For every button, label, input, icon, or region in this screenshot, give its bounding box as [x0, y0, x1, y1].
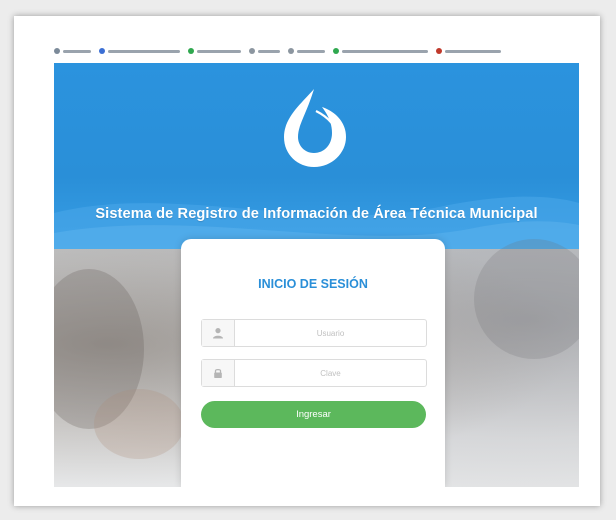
username-field — [201, 319, 427, 347]
bookmark-item[interactable] — [54, 48, 91, 54]
login-title: INICIO DE SESIÓN — [258, 277, 368, 291]
bookmark-item[interactable] — [249, 48, 280, 54]
login-button[interactable]: Ingresar — [201, 401, 426, 428]
bookmark-item[interactable] — [436, 48, 501, 54]
bookmark-item[interactable] — [288, 48, 325, 54]
site-title: Sistema de Registro de Información de Ár… — [95, 206, 538, 222]
water-drop-logo-icon — [284, 89, 346, 167]
bookmarks-bar — [54, 44, 578, 58]
bookmark-item[interactable] — [333, 48, 428, 54]
password-input[interactable] — [235, 360, 426, 386]
lock-icon — [202, 360, 235, 386]
photo-shape — [474, 239, 579, 359]
user-icon — [202, 320, 235, 346]
bookmark-item[interactable] — [99, 48, 180, 54]
photo-shape — [94, 389, 184, 459]
bookmark-item[interactable] — [188, 48, 241, 54]
login-card: INICIO DE SESIÓN Ingresar — [181, 239, 445, 487]
header-banner: Sistema de Registro de Información de Ár… — [54, 63, 579, 263]
username-input[interactable] — [235, 320, 426, 346]
page-viewport: Sistema de Registro de Información de Ár… — [54, 63, 579, 487]
password-field — [201, 359, 427, 387]
